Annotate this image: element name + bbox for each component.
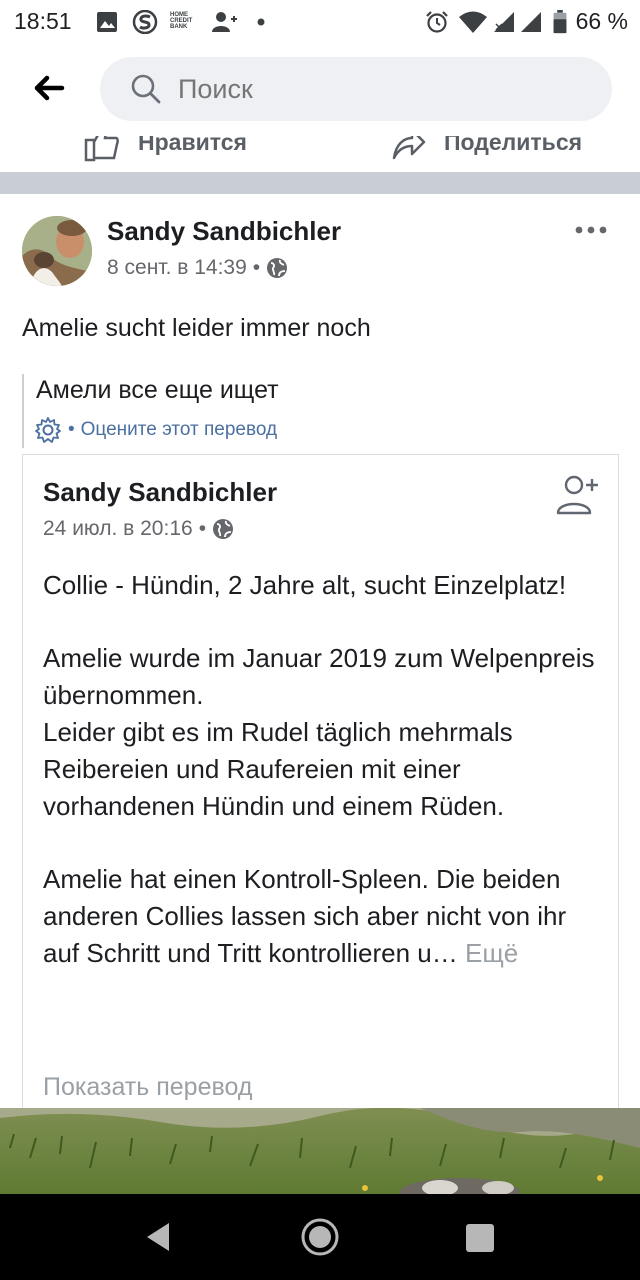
dot-icon [257, 18, 265, 26]
search-icon [131, 74, 161, 104]
post-meta: 8 сент. в 14:39 • [107, 256, 288, 280]
home-credit-icon: HOME CREDIT BANK [170, 12, 193, 30]
gear-icon [35, 417, 61, 443]
status-bar: 18:51 HOME CREDIT BANK 66 % [0, 0, 640, 44]
shared-post-paragraph-truncated: Amelie hat einen Kontroll-Spleen. Die be… [43, 861, 603, 972]
battery-icon [553, 10, 567, 34]
signal-icon [494, 12, 514, 32]
see-more-link[interactable]: Ещё [465, 938, 518, 968]
share-arrow-icon [392, 136, 426, 160]
search-bar[interactable] [100, 57, 612, 121]
shared-post[interactable]: Sandy Sandbichler 24 июл. в 20:16 • Coll… [22, 454, 619, 1114]
post-date[interactable]: 8 сент. в 14:39 [107, 256, 247, 280]
shared-post-meta: 24 июл. в 20:16 • [43, 517, 234, 541]
nav-home-icon[interactable] [300, 1217, 340, 1257]
show-translation-link[interactable]: Показать перевод [43, 1073, 252, 1102]
shared-post-photo[interactable] [0, 1108, 640, 1194]
like-button[interactable]: Нравится [84, 136, 247, 162]
rate-translation-label[interactable]: Оцените этот перевод [81, 419, 277, 441]
translation-block: Амели все еще ищет • Оцените этот перево… [22, 374, 422, 448]
search-input[interactable] [178, 71, 578, 107]
battery-percent: 66 % [575, 8, 628, 34]
shared-post-author[interactable]: Sandy Sandbichler [43, 477, 277, 508]
back-arrow-icon[interactable] [28, 68, 68, 108]
meta-separator: • [198, 517, 207, 540]
status-time: 18:51 [14, 8, 72, 34]
nav-recents-icon[interactable] [465, 1223, 495, 1253]
signal-icon [521, 12, 541, 32]
search-header [0, 44, 640, 136]
person-add-icon [212, 12, 237, 32]
feed-post: Sandy Sandbichler 8 сент. в 14:39 • Amel… [0, 194, 640, 1194]
wifi-icon [459, 11, 487, 33]
avatar[interactable] [22, 216, 92, 286]
shared-post-date[interactable]: 24 июл. в 20:16 [43, 517, 193, 541]
shared-post-body: Collie - Hündin, 2 Jahre alt, sucht Einz… [43, 567, 603, 972]
nav-back-icon[interactable] [145, 1221, 173, 1253]
shared-post-paragraph: Amelie wurde im Januar 2019 zum Welpenpr… [43, 643, 595, 710]
grass-dogs-photo [0, 1108, 640, 1194]
translation-text: Амели все еще ищет [36, 376, 279, 404]
post-text: Amelie sucht leider immer noch [22, 314, 371, 342]
feed-separator [0, 172, 640, 194]
system-nav-bar [0, 1194, 640, 1280]
post-author[interactable]: Sandy Sandbichler [107, 216, 341, 247]
add-friend-icon[interactable] [556, 473, 602, 517]
shared-post-paragraph: Leider gibt es im Rudel täglich mehrmals… [43, 717, 513, 821]
more-options-icon[interactable] [574, 220, 608, 240]
share-button[interactable]: Поделиться [390, 136, 582, 162]
globe-icon [267, 258, 288, 278]
globe-icon [213, 519, 234, 539]
gallery-icon [97, 12, 117, 32]
s-app-icon [132, 10, 158, 34]
meta-separator: • [252, 256, 261, 279]
thumbs-up-icon [84, 136, 119, 162]
alarm-icon [426, 11, 448, 33]
previous-post-actions: Нравится Поделиться [0, 136, 640, 172]
like-label: Нравится [138, 136, 247, 155]
avatar-photo [22, 216, 92, 286]
shared-post-paragraph: Collie - Hündin, 2 Jahre alt, sucht Einz… [43, 570, 567, 600]
rate-dot: • [68, 419, 75, 440]
rate-translation-link[interactable]: • Оцените этот перевод [34, 416, 277, 444]
share-label: Поделиться [444, 136, 583, 155]
